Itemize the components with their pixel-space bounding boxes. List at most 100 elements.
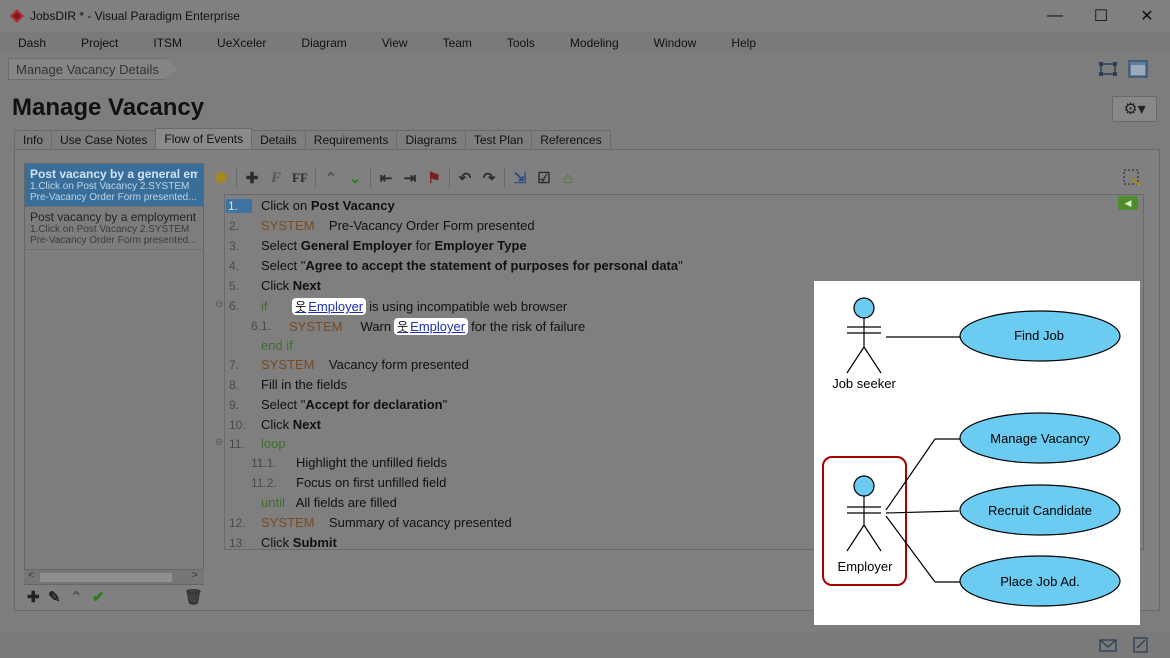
move-step-up-icon[interactable]: ⌃	[320, 167, 342, 189]
notes-icon[interactable]	[1132, 637, 1150, 653]
step-text: SYSTEM Pre-Vacancy Order Form presented	[261, 218, 535, 233]
use-case-manage-vacancy[interactable]: Manage Vacancy	[959, 412, 1121, 464]
flow-item[interactable]: Post vacancy by a general em... 1.Click …	[25, 164, 203, 207]
step-text: loop	[261, 436, 286, 451]
close-button[interactable]: ✕	[1124, 0, 1170, 32]
maximize-button[interactable]: ☐	[1078, 0, 1124, 32]
move-step-down-icon[interactable]: ⌄	[344, 167, 366, 189]
use-case-find-job[interactable]: Find Job	[959, 310, 1121, 362]
undo-icon[interactable]: ↶	[454, 167, 476, 189]
tab-use-case-notes[interactable]: Use Case Notes	[51, 130, 157, 149]
use-case-label: Place Job Ad.	[1000, 574, 1080, 589]
actor-job-seeker[interactable]: Job seeker	[832, 297, 896, 391]
import-icon[interactable]: ⇲	[509, 167, 531, 189]
step-number: 7.	[229, 358, 240, 372]
step-text: Click Next	[261, 417, 321, 432]
tab-requirements[interactable]: Requirements	[304, 130, 398, 149]
flow-list-scrollbar[interactable]: < >	[24, 569, 204, 584]
step-number: 11.1.	[251, 456, 277, 470]
step-text: if 웃 Employer is using incompatible web br…	[261, 298, 568, 315]
menu-modeling[interactable]: Modeling	[560, 36, 629, 50]
menu-team[interactable]: Team	[433, 36, 482, 50]
property-pane-icon[interactable]	[1128, 60, 1148, 78]
flow-item[interactable]: Post vacancy by a employment agen 1.Clic…	[25, 207, 203, 250]
select-region-icon[interactable]	[1122, 168, 1142, 188]
minimize-button[interactable]: —	[1032, 0, 1078, 32]
use-case-diagram[interactable]: Job seeker Employer Find Job Manage Vaca…	[814, 281, 1140, 625]
gear-button[interactable]: ⚙▾	[1112, 96, 1157, 122]
step-text: Fill in the fields	[261, 377, 347, 392]
italic-format-icon[interactable]: F	[265, 167, 287, 189]
collapse-panel-button[interactable]: ◀	[1118, 196, 1138, 210]
collapse-icon[interactable]: ⊖	[215, 437, 223, 448]
step-number: 6.1.	[251, 319, 272, 333]
diagram-navigator-icon[interactable]	[1098, 60, 1118, 78]
step-number: 13.	[229, 536, 246, 550]
association-line	[885, 510, 960, 514]
step-row[interactable]: 1. Click on Post Vacancy	[225, 196, 1125, 216]
redo-icon[interactable]: ↷	[478, 167, 500, 189]
window-title: JobsDIR * - Visual Paradigm Enterprise	[30, 9, 240, 23]
toolbar-separator	[504, 168, 505, 188]
outdent-icon[interactable]: ⇤	[375, 167, 397, 189]
generate-icon[interactable]: ⌂	[557, 167, 579, 189]
menu-project[interactable]: Project	[71, 36, 128, 50]
scroll-left-icon[interactable]: <	[28, 570, 34, 581]
tab-references[interactable]: References	[531, 130, 611, 149]
step-text: SYSTEM Vacancy form presented	[261, 357, 469, 372]
step-row[interactable]: 3. Select General Employer for Employer …	[225, 236, 1125, 256]
menu-diagram[interactable]: Diagram	[291, 36, 356, 50]
actor-link-employer[interactable]: 웃 Employer	[394, 318, 469, 335]
step-row[interactable]: 4. Select "Agree to accept the statement…	[225, 256, 1125, 276]
menu-window[interactable]: Window	[644, 36, 707, 50]
scroll-thumb[interactable]	[40, 573, 172, 582]
step-text: Select "Accept for declaration"	[261, 397, 448, 412]
collapse-icon[interactable]: ⊖	[215, 299, 223, 310]
flow-list-actions: ✚ ✎ ⌃ ✔ 🗑	[24, 588, 204, 608]
checklist-icon[interactable]: ☑	[533, 167, 555, 189]
use-case-label: Find Job	[1014, 328, 1064, 343]
add-step-icon[interactable]: ✚	[241, 167, 263, 189]
use-case-recruit-candidate[interactable]: Recruit Candidate	[959, 484, 1121, 536]
scroll-right-icon[interactable]: >	[192, 570, 198, 581]
menu-help[interactable]: Help	[721, 36, 766, 50]
mail-icon[interactable]	[1099, 637, 1117, 653]
font-format-icon[interactable]: FF	[289, 167, 311, 189]
step-number: 11.2.	[251, 476, 277, 490]
suggest-icon[interactable]: ✺	[210, 167, 232, 189]
flow-title: Post vacancy by a employment agen	[30, 210, 198, 224]
flow-title: Post vacancy by a general em...	[30, 167, 198, 181]
actor-link-employer[interactable]: 웃 Employer	[292, 298, 367, 315]
menu-uexceler[interactable]: UeXceler	[207, 36, 276, 50]
tab-info[interactable]: Info	[14, 130, 53, 149]
indent-icon[interactable]: ⇥	[399, 167, 421, 189]
menu-tools[interactable]: Tools	[497, 36, 545, 50]
use-case-label: Recruit Candidate	[988, 503, 1092, 518]
menu-view[interactable]: View	[372, 36, 418, 50]
step-text: Select General Employer for Employer Typ…	[261, 238, 527, 253]
delete-flow-icon[interactable]: 🗑	[184, 588, 203, 606]
step-text: Click Next	[261, 278, 321, 293]
step-number: 3.	[229, 239, 240, 253]
tab-test-plan[interactable]: Test Plan	[464, 130, 533, 149]
breadcrumb[interactable]: Manage Vacancy Details	[8, 58, 178, 80]
status-bar	[0, 632, 1170, 658]
move-down-icon[interactable]: ✔	[92, 588, 105, 606]
tab-flow-of-events[interactable]: Flow of Events	[155, 128, 253, 149]
step-number: 12.	[229, 516, 246, 530]
actor-icon: 웃	[295, 300, 307, 314]
menu-itsm[interactable]: ITSM	[143, 36, 192, 50]
rename-flow-icon[interactable]: ✎	[48, 588, 61, 606]
actor-employer[interactable]: Employer	[838, 475, 894, 574]
use-case-place-job-ad[interactable]: Place Job Ad.	[959, 555, 1121, 607]
tab-diagrams[interactable]: Diagrams	[396, 130, 466, 149]
flag-icon[interactable]: ⚑	[423, 167, 445, 189]
menu-bar: Dash Project ITSM UeXceler Diagram View …	[0, 32, 1170, 54]
add-flow-icon[interactable]: ✚	[27, 588, 40, 606]
tab-details[interactable]: Details	[251, 130, 306, 149]
step-row[interactable]: 2. SYSTEM Pre-Vacancy Order Form present…	[225, 216, 1125, 236]
menu-dash[interactable]: Dash	[8, 36, 56, 50]
move-up-icon[interactable]: ⌃	[70, 588, 83, 606]
actor-icon: 웃	[397, 320, 409, 334]
step-number: 4.	[229, 259, 240, 273]
